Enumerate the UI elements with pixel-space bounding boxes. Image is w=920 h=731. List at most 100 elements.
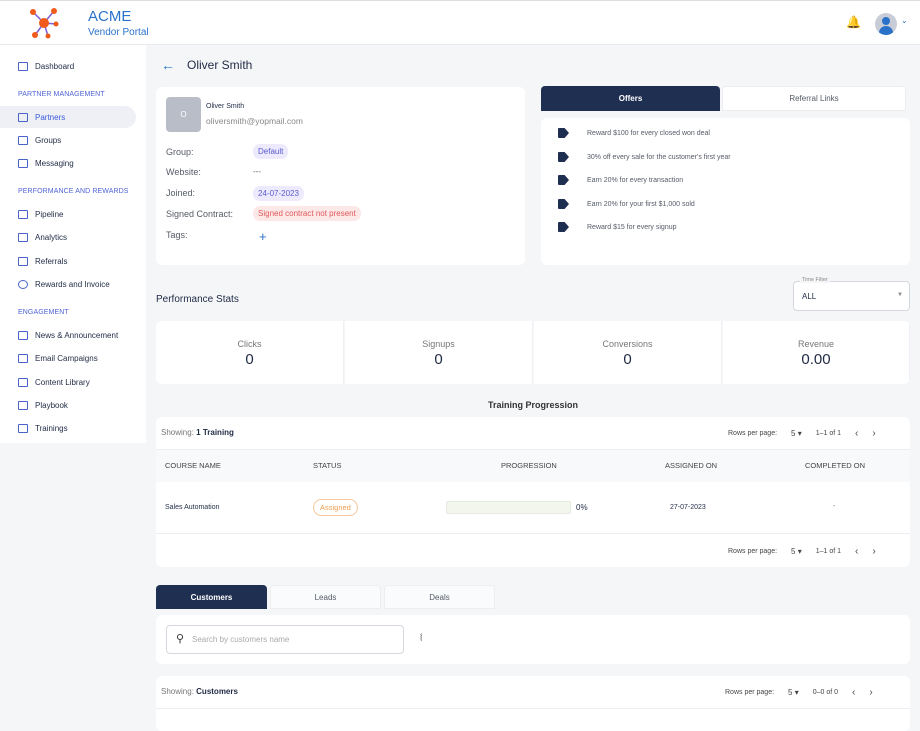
sidebar-item-label: Email Campaigns	[35, 353, 98, 363]
joined-label: Joined:	[166, 188, 196, 198]
library-icon	[18, 377, 28, 387]
prev-page-icon[interactable]: ‹	[855, 428, 858, 439]
pagination: Rows per page: 5 ▾ 0–0 of 0 ‹ ›	[725, 687, 873, 698]
column-assigned-on: ASSIGNED ON	[665, 461, 718, 470]
messaging-icon	[18, 158, 28, 168]
tab-customers[interactable]: Customers	[156, 585, 267, 609]
stat-label: Signups	[422, 339, 455, 349]
column-status: STATUS	[313, 461, 342, 470]
page-range: 0–0 of 0	[812, 689, 839, 696]
page-range: 1–1 of 1	[815, 430, 842, 437]
sidebar-item-label: News & Announcement	[35, 330, 119, 340]
next-page-icon[interactable]: ›	[869, 687, 872, 698]
stat-value: 0.00	[801, 351, 831, 368]
sidebar-item-dashboard[interactable]: Dashboard	[0, 55, 136, 77]
rows-per-page-select[interactable]: 5 ▾	[788, 688, 799, 697]
offers-card: Reward $100 for every closed won deal 30…	[541, 118, 910, 265]
showing-entity: Customers	[196, 687, 238, 696]
profile-name: Oliver Smith	[206, 103, 245, 110]
rows-per-page-label: Rows per page:	[728, 430, 778, 437]
next-page-icon[interactable]: ›	[872, 428, 875, 439]
tag-icon	[558, 175, 569, 185]
sidebar-item-label: Referrals	[35, 256, 68, 266]
news-icon	[18, 330, 28, 340]
dashboard-icon	[18, 61, 28, 71]
stats-row: Clicks 0 Signups 0 Conversions 0 Revenue 0.0…	[156, 321, 910, 384]
sidebar-item-label: Trainings	[35, 423, 68, 433]
time-filter-select[interactable]: Time Filter ALL ▼	[793, 277, 910, 311]
sidebar-item-label: Content Library	[35, 377, 90, 387]
offer-item: 30% off every sale for the customer's fi…	[558, 152, 731, 162]
back-arrow-icon[interactable]: ←	[161, 57, 175, 73]
acme-logo-icon	[30, 8, 59, 39]
training-count: 1 Training	[196, 428, 234, 437]
partners-icon	[18, 112, 28, 122]
add-tag-button[interactable]: +	[259, 229, 267, 244]
sidebar-item-rewards[interactable]: Rewards and Invoice	[0, 273, 136, 295]
offer-text: Earn 20% for every transaction	[587, 176, 684, 184]
user-avatar[interactable]	[875, 13, 897, 35]
sidebar-item-referrals[interactable]: Referrals	[0, 250, 136, 272]
customers-table: Showing: Customers Rows per page: 5 ▾ 0–0 …	[156, 676, 910, 731]
sidebar-item-partners[interactable]: Partners	[0, 106, 136, 128]
clear-filter-icon[interactable]: ⧙	[420, 632, 422, 645]
tag-icon	[558, 199, 569, 209]
completed-on: -	[833, 503, 836, 510]
search-icon: ⚲	[176, 633, 185, 645]
sidebar-item-pipeline[interactable]: Pipeline	[0, 203, 136, 225]
referrals-icon	[18, 256, 28, 266]
customer-search-input[interactable]: ⚲ Search by customers name	[166, 625, 404, 654]
top-header: ACME Vendor Portal 🔔 ⌄	[0, 0, 920, 45]
tab-leads[interactable]: Leads	[270, 585, 381, 609]
page-range: 1–1 of 1	[815, 548, 842, 555]
pagination-bottom: Rows per page: 5 ▾ 1–1 of 1 ‹ ›	[728, 546, 876, 557]
notification-bell-icon[interactable]: 🔔	[846, 15, 861, 29]
section-partner-management: PARTNER MANAGEMENT	[18, 91, 105, 98]
prev-page-icon[interactable]: ‹	[855, 546, 858, 557]
sidebar-item-email-campaigns[interactable]: Email Campaigns	[0, 347, 136, 369]
tab-referral-links[interactable]: Referral Links	[722, 86, 906, 111]
offer-item: Earn 20% for your first $1,000 sold	[558, 199, 695, 209]
prev-page-icon[interactable]: ‹	[852, 687, 855, 698]
sidebar-item-playbook[interactable]: Playbook	[0, 394, 136, 416]
offer-text: Reward $15 for every signup	[587, 223, 677, 231]
offer-text: 30% off every sale for the customer's fi…	[587, 153, 731, 161]
dollar-icon	[18, 279, 28, 289]
rows-per-page-label: Rows per page:	[728, 548, 778, 555]
sidebar-item-trainings[interactable]: Trainings	[0, 417, 136, 439]
tag-icon	[558, 222, 569, 232]
progress-text: 0%	[576, 503, 588, 512]
stat-value: 0	[434, 351, 443, 368]
caret-down-icon: ▼	[897, 292, 903, 298]
tab-deals[interactable]: Deals	[384, 585, 495, 609]
next-page-icon[interactable]: ›	[872, 546, 875, 557]
profile-card: O Oliver Smith oliversmith@yopmail.com G…	[156, 87, 525, 265]
sidebar-item-analytics[interactable]: Analytics	[0, 226, 136, 248]
sidebar-item-label: Messaging	[35, 158, 74, 168]
status-badge: Assigned	[313, 499, 358, 516]
column-progression: PROGRESSION	[501, 461, 557, 470]
sidebar-item-news[interactable]: News & Announcement	[0, 324, 136, 346]
sidebar-item-label: Groups	[35, 135, 62, 145]
rows-per-page-label: Rows per page:	[725, 689, 775, 696]
profile-avatar: O	[166, 97, 201, 132]
time-filter-label: Time Filter	[800, 277, 830, 283]
offer-text: Earn 20% for your first $1,000 sold	[587, 200, 695, 208]
playbook-icon	[18, 400, 28, 410]
account-chevron-down-icon[interactable]: ⌄	[901, 16, 908, 25]
training-table: Showing: 1 Training Rows per page: 5 ▾ 1–1…	[156, 417, 910, 567]
sidebar-item-content-library[interactable]: Content Library	[0, 371, 136, 393]
tag-icon	[558, 128, 569, 138]
stat-label: Revenue	[797, 339, 835, 349]
sidebar-item-groups[interactable]: Groups	[0, 129, 136, 151]
rows-per-page-select[interactable]: 5 ▾	[791, 547, 802, 556]
brand-name: ACME	[88, 8, 132, 25]
tab-offers[interactable]: Offers	[541, 86, 720, 111]
course-name: Sales Automation	[165, 504, 220, 511]
stat-clicks: Clicks 0	[156, 321, 344, 384]
analytics-icon	[18, 232, 28, 242]
rows-per-page-select[interactable]: 5 ▾	[791, 429, 802, 438]
sidebar-item-messaging[interactable]: Messaging	[0, 152, 136, 174]
search-placeholder: Search by customers name	[192, 635, 290, 644]
sidebar-item-label: Partners	[35, 112, 66, 122]
